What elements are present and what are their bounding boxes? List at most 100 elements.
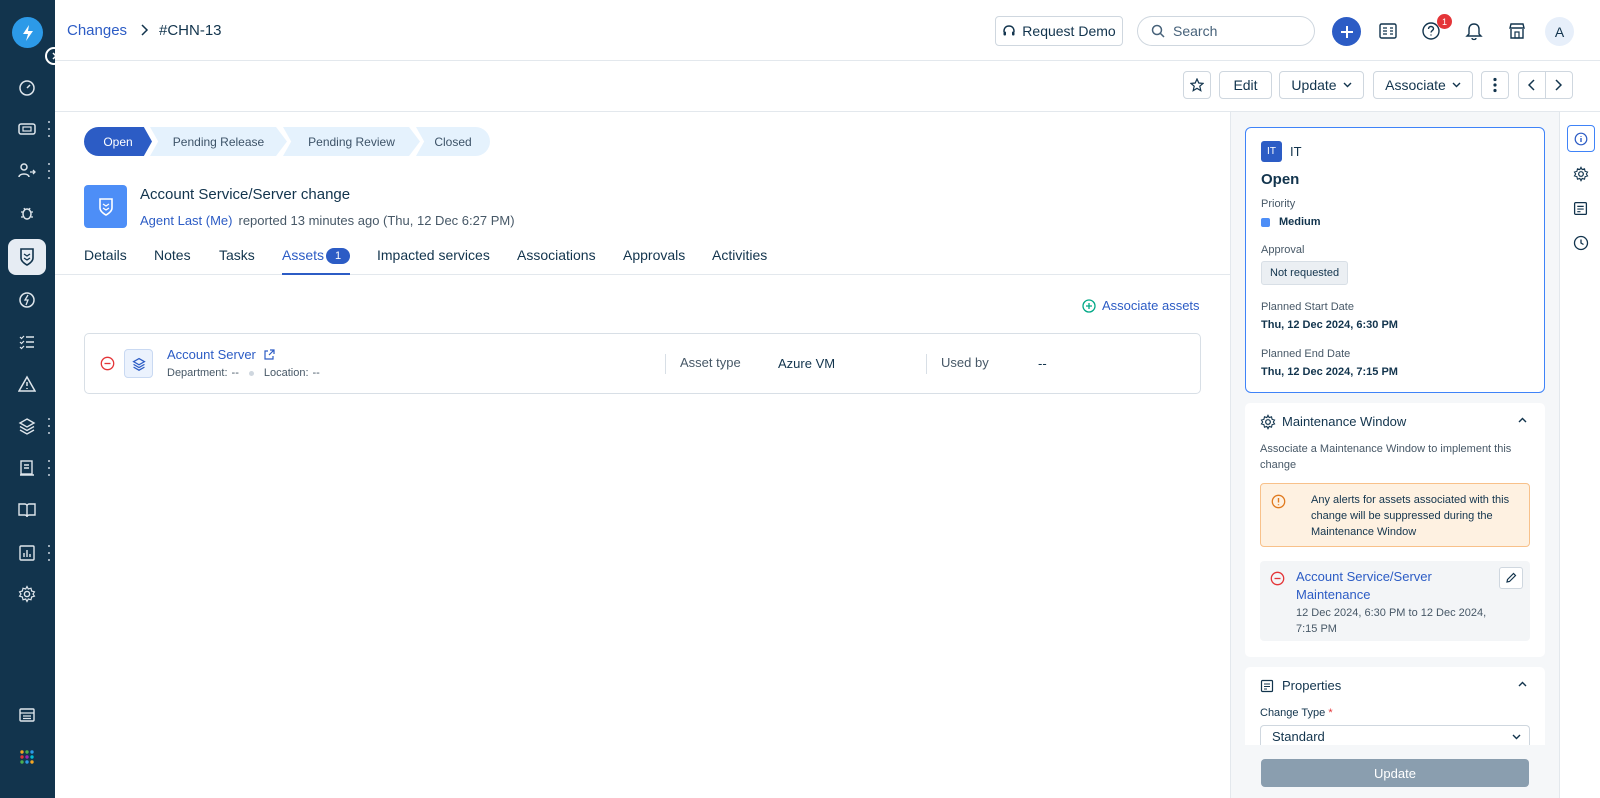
request-demo-button[interactable]: Request Demo [995,16,1123,46]
changes-shield-icon[interactable] [8,239,46,275]
history-clock-icon[interactable] [1573,235,1589,251]
contracts-document-icon[interactable] [8,450,46,486]
location-label: Location: [263,367,309,379]
settings-gear-icon[interactable] [1573,166,1589,182]
problems-more-icon[interactable] [46,163,52,179]
assets-count-badge: 1 [326,248,350,264]
more-options-button[interactable] [1481,71,1509,99]
asset-type-label: Asset type [680,355,741,370]
update-label: Update [1291,77,1337,93]
admin-gear-icon[interactable] [8,576,46,612]
remove-window-minus-icon[interactable] [1270,571,1285,586]
tab-assets[interactable]: Assets [282,247,324,263]
analytics-more-icon[interactable] [46,545,52,561]
meta-dot [248,370,254,376]
tickets-more-icon[interactable] [46,121,52,137]
planned-end-label: Planned End Date [1261,348,1351,360]
new-item-plus-button[interactable] [1332,17,1361,46]
tasks-list-icon[interactable] [8,324,46,360]
breadcrumb-changes-link[interactable]: Changes [67,22,127,39]
stage-pending-release[interactable]: Pending Release [150,127,287,156]
breadcrumb-current: #CHN-13 [159,22,222,39]
change-type-value: Standard [1272,729,1325,744]
associate-assets-label: Associate assets [1102,298,1200,313]
favorite-star-button[interactable] [1183,71,1211,99]
tickets-icon[interactable] [8,111,46,147]
asset-row: Account Server Department: -- Location: … [84,333,1201,394]
alerts-warning-icon[interactable] [8,366,46,402]
associate-assets-button[interactable]: Associate assets [1082,298,1200,313]
notes-icon[interactable] [1573,201,1588,216]
problems-users-icon[interactable] [8,153,46,189]
dashboard-gauge-icon[interactable] [8,70,46,106]
breadcrumb-chevron-icon [139,23,149,37]
edit-button[interactable]: Edit [1219,71,1272,99]
analytics-chart-icon[interactable] [8,535,46,571]
tab-approvals[interactable]: Approvals [623,247,685,263]
assets-more-icon[interactable] [46,418,52,434]
marketplace-store-icon[interactable] [1502,16,1532,46]
workspace-window-icon[interactable] [8,697,46,733]
properties-notes-icon [1260,679,1274,693]
kebab-icon [1493,77,1497,93]
approval-label: Approval [1261,244,1305,256]
releases-bolt-icon[interactable] [8,282,46,318]
tab-impacted-services[interactable]: Impacted services [377,247,490,263]
change-type-label: Change Type [1260,707,1326,719]
column-divider [665,354,666,374]
asset-name-link[interactable]: Account Server [167,347,256,362]
requester-link[interactable]: Agent Last (Me) [140,213,233,228]
department-label: Department: [167,367,228,379]
freshservice-logo-icon[interactable] [12,17,43,48]
solutions-book-icon[interactable] [8,492,46,528]
used-by-value: -- [1038,356,1047,371]
info-icon[interactable] [1567,125,1595,152]
next-ticket-chevron-icon[interactable] [1546,72,1572,98]
warning-circle-icon [1271,494,1286,509]
tab-activities[interactable]: Activities [712,247,767,263]
stage-closed[interactable]: Closed [416,127,490,156]
previous-ticket-chevron-icon[interactable] [1519,72,1546,98]
stage-pending-review[interactable]: Pending Review [283,127,420,156]
ticket-title: Account Service/Server change [140,186,351,203]
right-icon-rail [1559,112,1600,798]
service-catalog-icon[interactable] [1373,16,1403,46]
update-properties-button[interactable]: Update [1261,759,1529,787]
update-dropdown-button[interactable]: Update [1279,71,1364,99]
tab-tasks[interactable]: Tasks [219,247,255,263]
active-tab-indicator [282,273,350,275]
remove-asset-minus-icon[interactable] [100,356,115,371]
change-type-select[interactable]: Standard [1260,725,1530,747]
collapse-chevron-up-icon[interactable] [1518,681,1527,687]
tabs-divider [55,274,1230,275]
ticket-action-bar: Edit Update Associate [55,61,1600,112]
contracts-more-icon[interactable] [46,460,52,476]
maintenance-alert-text: Any alerts for assets associated with th… [1311,494,1510,538]
maintenance-window-range: 12 Dec 2024, 6:30 PM to 12 Dec 2024, 7:1… [1296,607,1487,635]
maintenance-window-link[interactable]: Account Service/Server Maintenance [1296,568,1481,604]
request-demo-label: Request Demo [1022,23,1116,39]
bug-icon[interactable] [8,195,46,231]
maintenance-alert-box: Any alerts for assets associated with th… [1260,483,1530,547]
external-link-icon[interactable] [263,348,275,361]
assets-layers-icon[interactable] [8,408,46,444]
search-input[interactable]: Search [1137,16,1315,46]
maintenance-description: Associate a Maintenance Window to implem… [1260,443,1512,471]
required-marker: * [1328,707,1333,719]
app-switcher-grid-icon[interactable] [8,739,46,775]
stage-open[interactable]: Open [84,127,152,156]
user-avatar[interactable]: A [1545,17,1574,46]
department-value: -- [231,367,239,379]
tab-notes[interactable]: Notes [154,247,191,263]
edit-pencil-icon[interactable] [1499,567,1523,589]
collapse-chevron-up-icon[interactable] [1518,417,1527,423]
search-icon [1151,24,1165,38]
tab-details[interactable]: Details [84,247,127,263]
location-value: -- [312,367,320,379]
planned-start-value: Thu, 12 Dec 2024, 6:30 PM [1261,319,1398,331]
notifications-bell-icon[interactable] [1459,16,1489,46]
headset-icon [1002,24,1016,38]
tab-associations[interactable]: Associations [517,247,596,263]
properties-footer: Update [1231,745,1558,798]
associate-dropdown-button[interactable]: Associate [1373,71,1473,99]
